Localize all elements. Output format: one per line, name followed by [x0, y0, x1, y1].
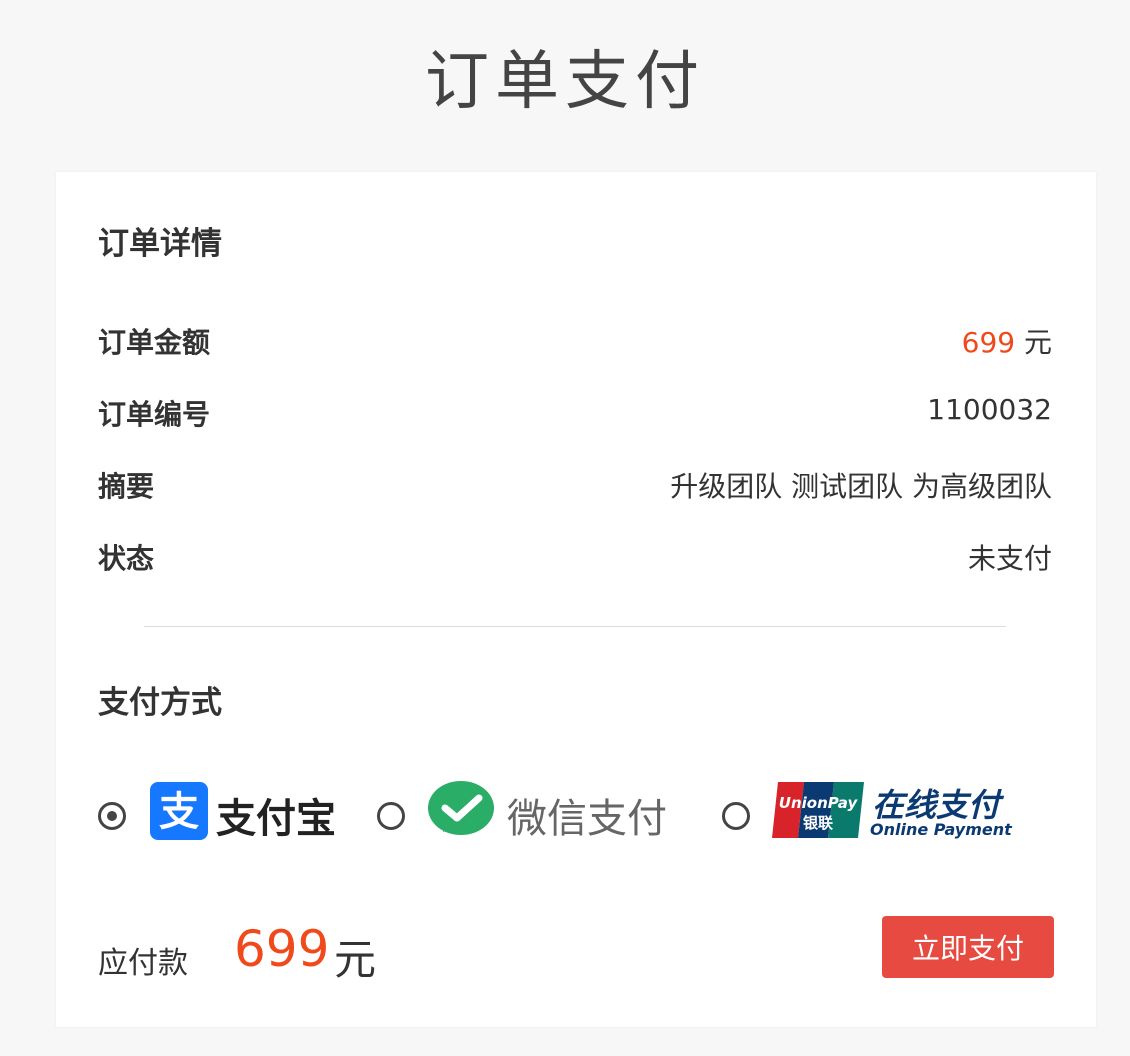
wechat-pay-name: 微信支付	[507, 796, 667, 842]
alipay-option[interactable]: 支 支付宝	[150, 780, 350, 842]
order-card: 订单详情 订单金额 699 元 订单编号 1100032 摘要 升级团队 测试团…	[56, 172, 1096, 1027]
amount-due-value: 699	[234, 920, 330, 978]
order-id-value: 1100032	[927, 393, 1052, 426]
wechat-pay-option[interactable]: 微信支付	[427, 780, 697, 842]
unionpay-subname: Online Payment	[870, 820, 1012, 839]
order-id-label: 订单编号	[98, 398, 211, 431]
pay-now-button[interactable]: 立即支付	[882, 916, 1054, 978]
order-status-label: 状态	[98, 542, 155, 575]
unionpay-icon: UnionPay 银联	[772, 782, 864, 838]
amount-due-label: 应付款	[98, 946, 188, 981]
order-status-value: 未支付	[967, 542, 1052, 575]
order-summary-value: 升级团队 测试团队 为高级团队	[670, 470, 1052, 503]
svg-text:支: 支	[159, 789, 199, 835]
order-amount-value: 699 元	[962, 321, 1052, 361]
order-details-title: 订单详情	[98, 226, 222, 262]
order-summary-label: 摘要	[98, 470, 155, 503]
wechat-pay-radio[interactable]	[377, 802, 405, 830]
payment-method-title: 支付方式	[98, 685, 222, 721]
order-amount-unit: 元	[1023, 326, 1052, 359]
alipay-icon: 支	[150, 782, 208, 840]
amount-due-unit: 元	[334, 935, 377, 984]
order-amount-label: 订单金额	[98, 326, 211, 359]
alipay-name: 支付宝	[216, 796, 336, 842]
unionpay-logo-en: UnionPay	[779, 794, 859, 812]
alipay-radio[interactable]	[98, 802, 126, 830]
section-divider	[144, 626, 1006, 627]
unionpay-radio[interactable]	[722, 802, 750, 830]
page-title: 订单支付	[425, 45, 705, 119]
order-amount-number: 699	[961, 326, 1016, 359]
unionpay-option[interactable]: UnionPay 银联 在线支付 Online Payment	[772, 780, 1012, 842]
wechat-pay-icon	[428, 781, 494, 835]
unionpay-logo-cn: 银联	[803, 814, 834, 832]
